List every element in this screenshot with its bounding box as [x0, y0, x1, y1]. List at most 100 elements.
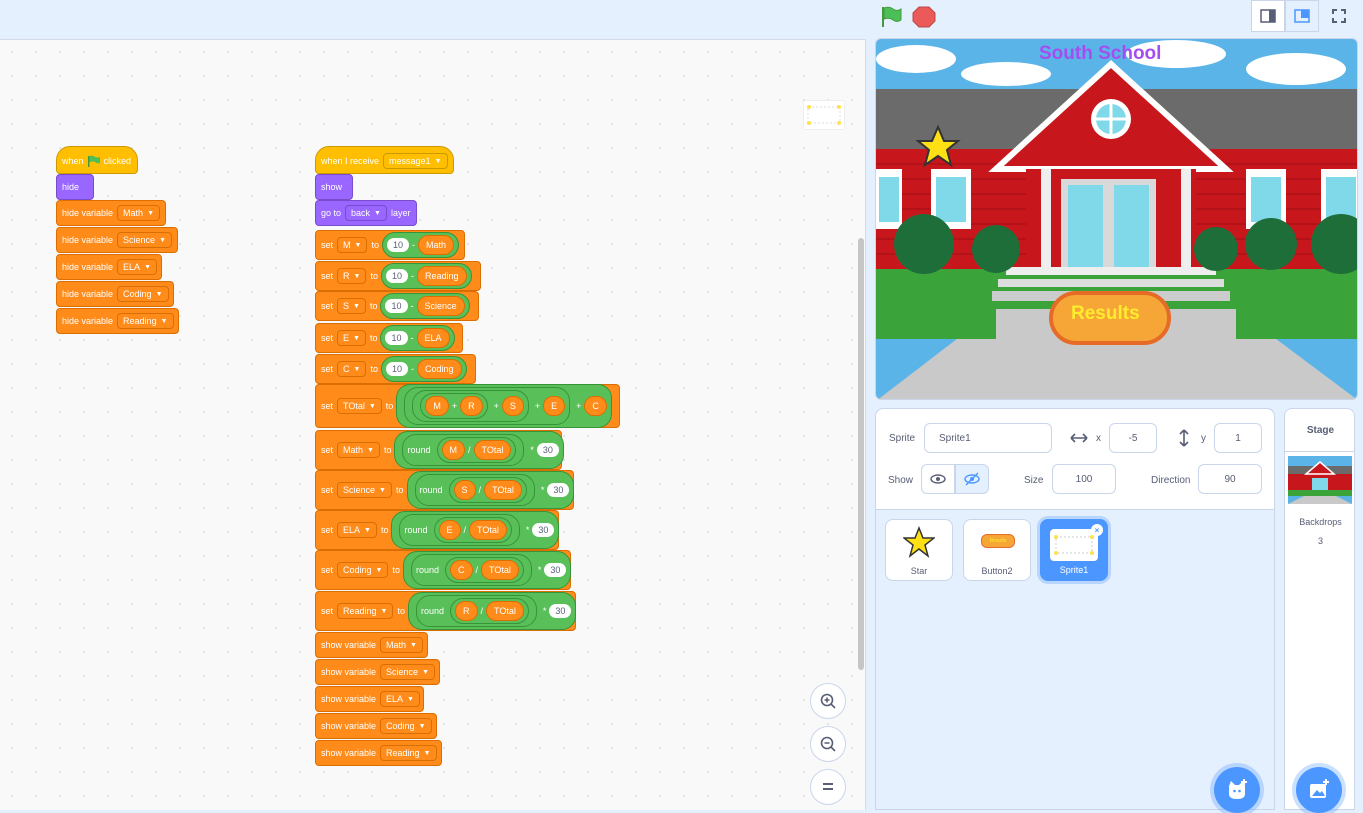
- zoom-in-button[interactable]: [810, 683, 846, 719]
- variable-reporter[interactable]: C: [450, 560, 473, 580]
- variable-dropdown[interactable]: TOtal ▼: [337, 398, 382, 414]
- number-input[interactable]: 10: [385, 299, 408, 313]
- variable-dropdown[interactable]: Science ▼: [117, 232, 173, 248]
- sprite-tile-star[interactable]: Star: [885, 519, 953, 581]
- small-stage-button[interactable]: [1251, 0, 1285, 32]
- show-variable-block[interactable]: show variable Coding ▼: [315, 713, 437, 739]
- set-difference-block[interactable]: set S ▼ to 10- Science: [315, 291, 479, 321]
- delete-sprite-button[interactable]: ×: [1091, 524, 1103, 536]
- variable-reporter[interactable]: TOtal: [473, 440, 512, 460]
- zoom-reset-button[interactable]: [810, 769, 846, 805]
- number-input[interactable]: 30: [536, 443, 559, 457]
- stage-target-pane[interactable]: Stage Backdrops 3: [1284, 408, 1355, 813]
- variable-dropdown[interactable]: ELA ▼: [117, 259, 157, 275]
- divide-operator[interactable]: C / TOtal: [445, 557, 524, 583]
- show-variable-block[interactable]: show variable Reading ▼: [315, 740, 442, 766]
- subtract-operator[interactable]: 10- ELA: [380, 325, 455, 351]
- number-input[interactable]: 30: [532, 523, 555, 537]
- variable-dropdown[interactable]: Reading ▼: [380, 745, 437, 761]
- variable-reporter[interactable]: E: [543, 396, 566, 416]
- large-stage-button[interactable]: [1285, 0, 1319, 32]
- show-variable-block[interactable]: show variable ELA ▼: [315, 686, 424, 712]
- sprite-tile-sprite1[interactable]: × Sprite1: [1040, 519, 1108, 581]
- show-block[interactable]: show: [315, 174, 353, 200]
- multiply-operator[interactable]: round C / TOtal * 30: [403, 551, 572, 589]
- green-flag-button[interactable]: [877, 4, 905, 30]
- variable-reporter[interactable]: TOtal: [484, 480, 522, 500]
- sprite-name-input[interactable]: Sprite1: [924, 423, 1052, 453]
- set-difference-block[interactable]: set M ▼ to 10- Math: [315, 230, 465, 260]
- set-difference-block[interactable]: set R ▼ to 10- Reading: [315, 261, 481, 291]
- round-operator[interactable]: round S / TOtal: [414, 474, 535, 506]
- message-dropdown[interactable]: message1 ▼: [383, 153, 448, 169]
- sprite-tile-button2[interactable]: Results Button2: [963, 519, 1031, 581]
- round-operator[interactable]: round R / TOtal: [416, 595, 537, 627]
- add-operator[interactable]: M + R: [420, 393, 488, 419]
- variable-dropdown[interactable]: Reading ▼: [117, 313, 174, 329]
- show-variable-block[interactable]: show variable Science ▼: [315, 659, 440, 685]
- layer-dropdown[interactable]: back ▼: [345, 205, 387, 221]
- variable-reporter[interactable]: TOtal: [469, 520, 507, 540]
- hide-variable-block[interactable]: hide variable Coding ▼: [56, 281, 174, 307]
- hide-variable-block[interactable]: hide variable Reading ▼: [56, 308, 179, 334]
- round-operator[interactable]: round E / TOtal: [399, 514, 520, 546]
- variable-reporter[interactable]: Science: [416, 296, 465, 316]
- variable-dropdown[interactable]: M ▼: [337, 237, 368, 253]
- show-visible-button[interactable]: [921, 464, 955, 494]
- variable-reporter[interactable]: TOtal: [486, 601, 524, 621]
- divide-operator[interactable]: M / TOtal: [436, 437, 517, 463]
- variable-reporter[interactable]: Coding: [416, 359, 462, 379]
- hide-variable-block[interactable]: hide variable Math ▼: [56, 200, 166, 226]
- zoom-out-button[interactable]: [810, 726, 846, 762]
- hide-block[interactable]: hide: [56, 174, 94, 200]
- subtract-operator[interactable]: 10- Math: [381, 232, 459, 258]
- x-input[interactable]: -5: [1109, 423, 1157, 453]
- set-difference-block[interactable]: set C ▼ to 10- Coding: [315, 354, 476, 384]
- add-operator[interactable]: M + R + S: [412, 390, 529, 422]
- subtract-operator[interactable]: 10- Reading: [380, 263, 472, 289]
- variable-reporter[interactable]: Math: [417, 235, 454, 255]
- variable-dropdown[interactable]: Coding ▼: [337, 562, 389, 578]
- divide-operator[interactable]: E / TOtal: [433, 517, 512, 543]
- variable-dropdown[interactable]: Science ▼: [337, 482, 392, 498]
- variable-reporter[interactable]: M: [441, 440, 466, 460]
- add-operator[interactable]: M + R + S + E: [404, 387, 571, 425]
- variable-reporter[interactable]: R: [460, 396, 483, 416]
- variable-dropdown[interactable]: S ▼: [337, 298, 366, 314]
- when-i-receive-block[interactable]: when I receive message1 ▼: [315, 146, 454, 174]
- multiply-operator[interactable]: round M / TOtal * 30: [394, 431, 564, 469]
- set-difference-block[interactable]: set E ▼ to 10- ELA: [315, 323, 463, 353]
- variable-dropdown[interactable]: Reading ▼: [337, 603, 394, 619]
- variable-dropdown[interactable]: Coding ▼: [117, 286, 169, 302]
- divide-operator[interactable]: S / TOtal: [448, 477, 527, 503]
- variable-reporter[interactable]: ELA: [416, 328, 450, 348]
- hide-variable-block[interactable]: hide variable ELA ▼: [56, 254, 162, 280]
- code-area[interactable]: when clicked hide hide variable Math ▼ hid…: [0, 39, 866, 810]
- multiply-operator[interactable]: round R / TOtal * 30: [408, 592, 577, 630]
- number-input[interactable]: 30: [544, 563, 567, 577]
- subtract-operator[interactable]: 10- Coding: [380, 356, 467, 382]
- hide-visible-button[interactable]: [955, 464, 989, 494]
- number-input[interactable]: 10: [385, 269, 408, 283]
- choose-sprite-button[interactable]: [1214, 767, 1260, 813]
- direction-input[interactable]: 90: [1198, 464, 1262, 494]
- set-total-block[interactable]: set TOtal ▼ to M + R + S + E + C: [315, 384, 620, 428]
- go-to-layer-block[interactable]: go to back ▼ layer: [315, 200, 417, 226]
- results-button[interactable]: Results: [1071, 303, 1140, 325]
- variable-reporter[interactable]: S: [501, 396, 524, 416]
- multiply-operator[interactable]: round E / TOtal * 30: [391, 511, 560, 549]
- when-flag-clicked-block[interactable]: when clicked: [56, 146, 138, 174]
- round-operator[interactable]: round C / TOtal: [411, 554, 532, 586]
- number-input[interactable]: 30: [547, 483, 570, 497]
- show-variable-block[interactable]: show variable Math ▼: [315, 632, 428, 658]
- number-input[interactable]: 10: [385, 331, 408, 345]
- set-round-block[interactable]: set Reading ▼ to round R / TOtal * 30: [315, 591, 577, 631]
- set-round-block[interactable]: set ELA ▼ to round E / TOtal * 30: [315, 510, 560, 550]
- variable-reporter[interactable]: S: [453, 480, 476, 500]
- size-input[interactable]: 100: [1052, 464, 1116, 494]
- set-round-block[interactable]: set Coding ▼ to round C / TOtal * 30: [315, 550, 572, 590]
- variable-dropdown[interactable]: Math ▼: [117, 205, 160, 221]
- variable-dropdown[interactable]: Coding ▼: [380, 718, 432, 734]
- stop-button[interactable]: [910, 4, 938, 30]
- number-input[interactable]: 30: [549, 604, 572, 618]
